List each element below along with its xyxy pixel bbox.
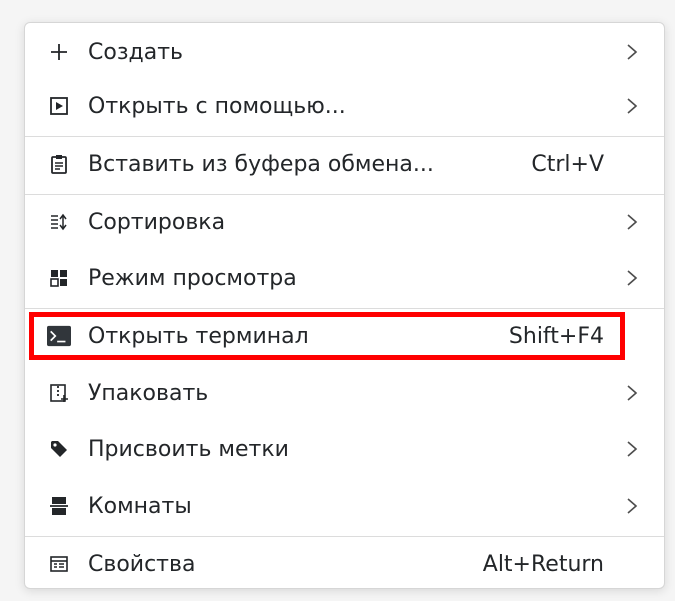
- chevron-right-icon: [624, 439, 640, 459]
- menu-item-label: Комнаты: [88, 493, 192, 519]
- menu-item-create[interactable]: Создать: [25, 27, 664, 77]
- chevron-right-icon: [624, 96, 640, 116]
- menu-item-label: Открыть с помощью...: [88, 93, 346, 119]
- menu-item-shortcut: Alt+Return: [482, 551, 604, 577]
- menu-separator: [25, 194, 664, 195]
- plus-icon: [47, 40, 71, 64]
- menu-item-sort[interactable]: Сортировка: [25, 197, 664, 247]
- chevron-right-icon: [624, 383, 640, 403]
- menu-item-activities[interactable]: Комнаты: [25, 481, 664, 531]
- menu-item-label: Режим просмотра: [88, 265, 297, 291]
- menu-item-shortcut: Shift+F4: [508, 323, 604, 349]
- menu-item-label: Упаковать: [88, 380, 209, 406]
- menu-item-label: Сортировка: [88, 209, 226, 235]
- chevron-right-icon: [624, 496, 640, 516]
- menu-item-open-with[interactable]: Открыть с помощью...: [25, 81, 664, 131]
- menu-item-label: Присвоить метки: [88, 436, 289, 462]
- properties-icon: [47, 552, 71, 576]
- menu-item-shortcut: Ctrl+V: [531, 151, 604, 177]
- menu-separator: [25, 308, 664, 309]
- menu-item-label: Создать: [88, 39, 183, 65]
- menu-item-open-terminal[interactable]: Открыть терминал Shift+F4: [25, 311, 664, 361]
- menu-item-label: Открыть терминал: [88, 323, 309, 349]
- clipboard-icon: [47, 152, 71, 176]
- terminal-icon: [47, 324, 71, 348]
- chevron-right-icon: [624, 212, 640, 232]
- context-menu: Создать Открыть с помощью... Вставить из…: [24, 22, 665, 589]
- menu-item-assign-tags[interactable]: Присвоить метки: [25, 424, 664, 474]
- open-with-icon: [47, 94, 71, 118]
- menu-separator: [25, 536, 664, 537]
- menu-item-properties[interactable]: Свойства Alt+Return: [25, 539, 664, 589]
- chevron-right-icon: [624, 42, 640, 62]
- menu-item-compress[interactable]: Упаковать: [25, 368, 664, 418]
- activities-icon: [47, 494, 71, 518]
- view-mode-icon: [47, 266, 71, 290]
- sort-icon: [47, 210, 71, 234]
- compress-icon: [47, 381, 71, 405]
- tag-icon: [47, 437, 71, 461]
- menu-separator: [25, 136, 664, 137]
- menu-item-label: Вставить из буфера обмена...: [88, 151, 434, 177]
- menu-item-label: Свойства: [88, 551, 196, 577]
- menu-item-paste[interactable]: Вставить из буфера обмена... Ctrl+V: [25, 139, 664, 189]
- chevron-right-icon: [624, 268, 640, 288]
- menu-item-view-mode[interactable]: Режим просмотра: [25, 253, 664, 303]
